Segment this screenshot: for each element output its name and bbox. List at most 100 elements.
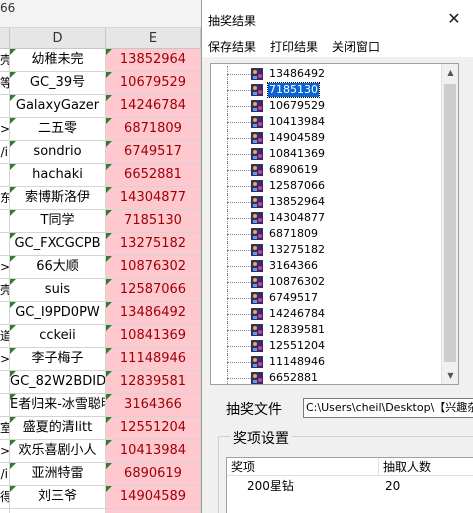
list-item[interactable]: 14304877: [211, 210, 443, 226]
cell-c[interactable]: 壳: [0, 279, 10, 302]
list-item[interactable]: 10841369: [211, 146, 443, 162]
prize-name-cell[interactable]: 200星钻: [247, 478, 377, 495]
cell-e[interactable]: 13486492: [106, 302, 201, 325]
cell-e[interactable]: 6652881: [106, 164, 201, 187]
cell-e[interactable]: 7185130: [106, 210, 201, 233]
column-header-e[interactable]: E: [106, 28, 201, 49]
count-column-header[interactable]: 抽取人数: [379, 458, 473, 476]
list-item[interactable]: 12839581: [211, 322, 443, 338]
cell-e[interactable]: 14904589: [106, 486, 201, 509]
list-item[interactable]: 6652881: [211, 370, 443, 384]
list-item[interactable]: 14904589: [211, 130, 443, 146]
prize-column-header[interactable]: 奖项: [227, 458, 379, 476]
cell-e[interactable]: 12839581: [106, 371, 201, 394]
cell-c[interactable]: [0, 233, 10, 256]
cell-d[interactable]: 幼稚未完: [10, 49, 106, 72]
cell-d[interactable]: 二五零: [10, 118, 106, 141]
cell-d[interactable]: GC_I9PD0PW: [10, 302, 106, 325]
cell-d[interactable]: sondrio: [10, 141, 106, 164]
cell-d[interactable]: hachaki: [10, 164, 106, 187]
cell-e[interactable]: 6749517: [106, 141, 201, 164]
cell-c[interactable]: 室: [0, 417, 10, 440]
menu-save-results[interactable]: 保存结果: [208, 38, 256, 55]
cell-c[interactable]: >: [0, 256, 10, 279]
cell-c[interactable]: [0, 509, 10, 513]
list-item[interactable]: 13852964: [211, 194, 443, 210]
cell-e[interactable]: 13852964: [106, 49, 201, 72]
list-item[interactable]: 13275182: [211, 242, 443, 258]
formula-bar[interactable]: 66: [0, 0, 201, 28]
cell-e[interactable]: 10876302: [106, 256, 201, 279]
list-item[interactable]: 6749517: [211, 290, 443, 306]
file-path-field[interactable]: C:\Users\cheil\Desktop\【兴趣杂: [303, 398, 473, 418]
cell-e[interactable]: 14246784: [106, 95, 201, 118]
cell-d[interactable]: 索博斯洛伊: [10, 187, 106, 210]
cell-c[interactable]: >: [0, 440, 10, 463]
scroll-up-icon[interactable]: ▲: [442, 64, 458, 81]
cell-c[interactable]: 东: [0, 187, 10, 210]
cell-e[interactable]: 10679529: [106, 72, 201, 95]
list-item[interactable]: 12551204: [211, 338, 443, 354]
cell-c[interactable]: >: [0, 348, 10, 371]
cell-e[interactable]: 6890619: [106, 463, 201, 486]
cell-d[interactable]: T同学: [10, 210, 106, 233]
column-header-d[interactable]: D: [10, 28, 106, 49]
list-item[interactable]: 6890619: [211, 162, 443, 178]
cell-c[interactable]: /i: [0, 463, 10, 486]
prize-count-cell[interactable]: 20: [385, 478, 473, 495]
cell-c[interactable]: 等: [0, 72, 10, 95]
cell-d[interactable]: GalaxyGazer: [10, 95, 106, 118]
list-item[interactable]: 10679529: [211, 98, 443, 114]
list-item[interactable]: 13486492: [211, 66, 443, 82]
cell-c[interactable]: >: [0, 118, 10, 141]
list-item[interactable]: 3164366: [211, 258, 443, 274]
cell-e[interactable]: 11148946: [106, 348, 201, 371]
cell-c[interactable]: [0, 302, 10, 325]
prize-table[interactable]: 奖项 抽取人数 200星钻 20: [226, 457, 473, 513]
results-tree-list[interactable]: 13486492 7185130 10679529 10413984 14904589 1…: [210, 63, 459, 385]
cell-e[interactable]: 3164366: [106, 394, 201, 417]
cell-d[interactable]: 66大顺: [10, 256, 106, 279]
list-item[interactable]: 10876302: [211, 274, 443, 290]
cell-d[interactable]: 亚洲特雷: [10, 463, 106, 486]
cell-e[interactable]: 10841369: [106, 325, 201, 348]
cell-d[interactable]: 盛夏的清litt: [10, 417, 106, 440]
cell-e[interactable]: 13486492: [106, 509, 201, 513]
cell-e[interactable]: 10413984: [106, 440, 201, 463]
list-item[interactable]: 14246784: [211, 306, 443, 322]
cell-e[interactable]: 6871809: [106, 118, 201, 141]
cell-d[interactable]: GC_FXCGCPB: [10, 233, 106, 256]
cell-e[interactable]: 13275182: [106, 233, 201, 256]
dialog-titlebar[interactable]: 抽奖结果 ✕: [202, 0, 473, 35]
cell-d[interactable]: [10, 509, 106, 513]
cell-c[interactable]: 壳: [0, 49, 10, 72]
cell-d[interactable]: 欢乐喜剧小人: [10, 440, 106, 463]
scrollbar-thumb[interactable]: [444, 84, 456, 362]
list-item[interactable]: 11148946: [211, 354, 443, 370]
menu-print-results[interactable]: 打印结果: [270, 38, 318, 55]
cell-d[interactable]: GC_39号: [10, 72, 106, 95]
cell-c[interactable]: /i: [0, 141, 10, 164]
cell-d[interactable]: GC_82W2BDID: [10, 371, 106, 394]
cell-d[interactable]: E者归来-冰雪聪明: [10, 394, 106, 417]
list-item[interactable]: 12587066: [211, 178, 443, 194]
cell-d[interactable]: cckeii: [10, 325, 106, 348]
cell-e[interactable]: 12551204: [106, 417, 201, 440]
scroll-down-icon[interactable]: ▼: [442, 367, 458, 384]
cell-c[interactable]: [0, 210, 10, 233]
cell-c[interactable]: 道: [0, 325, 10, 348]
cell-d[interactable]: 李子梅子: [10, 348, 106, 371]
cell-c[interactable]: [0, 371, 10, 394]
cell-c[interactable]: [0, 95, 10, 118]
menu-close-window[interactable]: 关闭窗口: [332, 38, 380, 55]
list-item[interactable]: 10413984: [211, 114, 443, 130]
cell-c[interactable]: 得: [0, 486, 10, 509]
list-item[interactable]: 7185130: [211, 82, 443, 98]
cell-d[interactable]: suis: [10, 279, 106, 302]
cell-c[interactable]: [0, 394, 10, 417]
close-icon[interactable]: ✕: [444, 9, 464, 29]
results-scrollbar[interactable]: ▲ ▼: [441, 64, 458, 384]
column-header-c[interactable]: [0, 28, 10, 49]
list-item[interactable]: 6871809: [211, 226, 443, 242]
cell-e[interactable]: 14304877: [106, 187, 201, 210]
